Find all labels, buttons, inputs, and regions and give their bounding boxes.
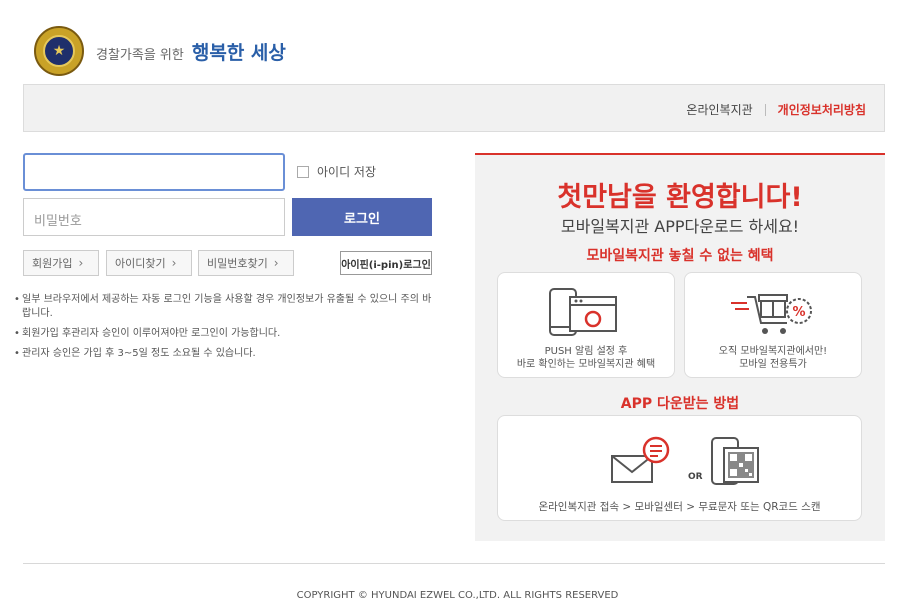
benefit-push-caption: PUSH 알림 설정 후 바로 확인하는 모바일복지관 혜택 [498,345,674,371]
phone-qr-icon [711,437,759,485]
find-id-button[interactable]: 아이디찾기 › [106,250,192,276]
slogan-big: 행복한 세상 [191,42,286,64]
benefit-discount-caption: 오직 모바일복지관에서만! 모바일 전용특가 [685,345,861,371]
id-input[interactable] [23,153,285,191]
gift-cart-discount-icon: % [731,294,812,334]
signup-label: 회원가입 [32,257,73,270]
police-emblem-center: ★ [43,35,75,67]
login-notes: 일부 브라우저에서 제공하는 자동 로그인 기능을 사용할 경우 개인정보가 유… [14,293,434,367]
mobile-app-promo: 첫만남을 환영합니다! 모바일복지관 APP다운로드 하세요! 모바일복지관 놓… [475,153,885,541]
login-button[interactable]: 로그인 [292,198,432,236]
download-method-card: OR 온라인복지관 접속 > 모바일센터 > 무료문자 또는 QR코드 스캔 [497,415,862,521]
header: ★ 경찰가족을 위한 행복한 세상 [0,0,915,84]
note-item: 회원가입 후관리자 승인이 이루어져야만 로그인이 가능합니다. [14,327,434,341]
phone-browser-bell-icon [549,288,617,336]
download-steps-caption: 온라인복지관 접속 > 모바일센터 > 무료문자 또는 QR코드 스캔 [538,501,821,513]
find-id-label: 아이디찾기 [115,257,166,270]
copyright: COPYRIGHT © HYUNDAI EZWEL CO.,LTD. ALL R… [296,590,619,601]
ipin-login-button[interactable]: 아이핀(i-pin)로그인 [340,251,432,275]
or-label: OR [688,472,703,482]
chevron-right-icon: › [78,256,84,270]
benefit-card-push: PUSH 알림 설정 후 바로 확인하는 모바일복지관 혜택 [497,272,675,378]
footer-divider [23,563,885,564]
top-links: 온라인복지관 개인정보처리방침 [686,101,866,118]
checkbox-box[interactable] [297,165,309,178]
police-emblem[interactable]: ★ [34,26,84,76]
promo-subheadline: 모바일복지관 APP다운로드 하세요! [560,217,800,236]
signup-button[interactable]: 회원가입 › [23,250,99,276]
top-link-bar: 온라인복지관 개인정보처리방침 [23,84,885,132]
promo-headline: 첫만남을 환영합니다! [557,182,803,213]
chevron-right-icon: › [273,256,279,270]
note-item: 관리자 승인은 가입 후 3~5일 정도 소요될 수 있습니다. [14,347,434,361]
link-divider [764,103,766,116]
benefits-title: 모바일복지관 놓칠 수 없는 혜택 [586,248,774,264]
benefit-card-discount: % 오직 모바일복지관에서만! 모바일 전용특가 [684,272,862,378]
caption-line: 모바일 전용특가 [739,359,807,370]
save-id-checkbox[interactable]: 아이디 저장 [297,163,376,180]
mail-message-icon [611,436,670,483]
password-input[interactable]: 비밀번호 [23,198,285,236]
download-title: APP 다운받는 방법 [620,396,740,412]
online-welfare-link[interactable]: 온라인복지관 [686,101,752,118]
slogan: 경찰가족을 위한 행복한 세상 [96,38,286,65]
svg-text:%: % [792,305,805,320]
caption-line: 바로 확인하는 모바일복지관 혜택 [516,359,656,370]
find-password-label: 비밀번호찾기 [207,257,268,270]
chevron-right-icon: › [171,256,177,270]
slogan-small: 경찰가족을 위한 [96,48,184,63]
caption-line: 오직 모바일복지관에서만! [718,346,828,357]
caption-line: PUSH 알림 설정 후 [544,346,628,357]
privacy-policy-link[interactable]: 개인정보처리방침 [778,101,866,118]
note-item: 일부 브라우저에서 제공하는 자동 로그인 기능을 사용할 경우 개인정보가 유… [14,293,434,321]
page: ★ 경찰가족을 위한 행복한 세상 온라인복지관 개인정보처리방침 아이디 저장… [0,0,915,610]
save-id-label: 아이디 저장 [317,165,377,179]
find-password-button[interactable]: 비밀번호찾기 › [198,250,294,276]
